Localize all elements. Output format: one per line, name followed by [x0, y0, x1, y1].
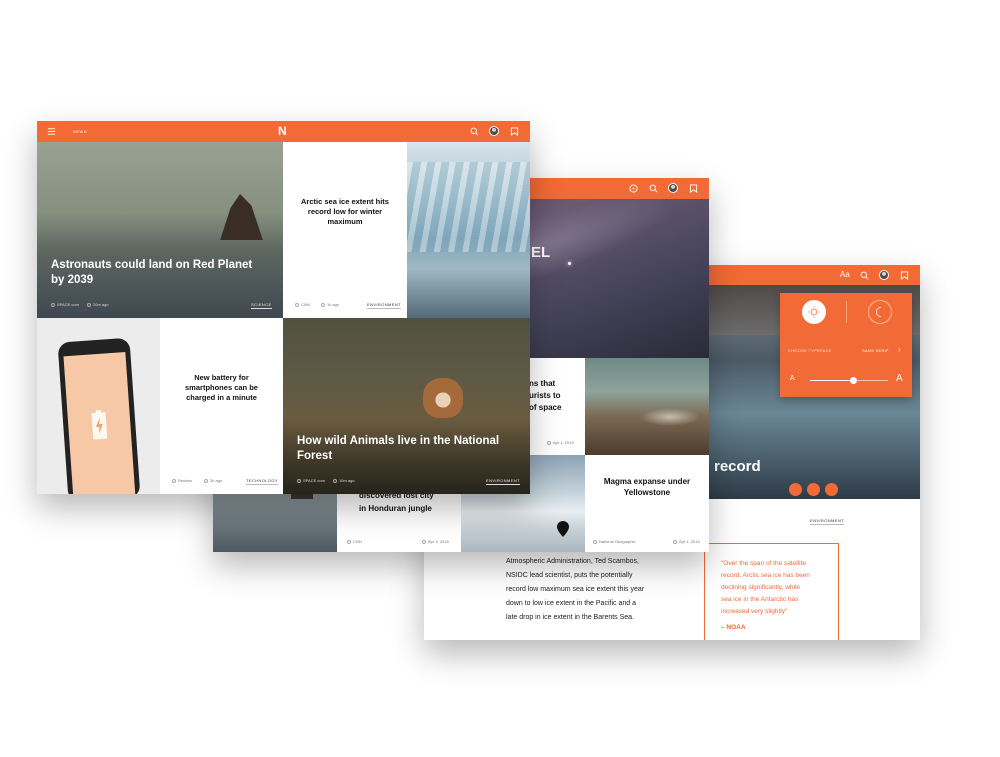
font-size-slider-fill: [810, 380, 853, 381]
animals-tag[interactable]: ENVIRONMENT: [486, 478, 520, 485]
light-mode-button[interactable]: [802, 300, 826, 324]
animals-tile[interactable]: How wild Animals live in the National Fo…: [283, 318, 530, 494]
typeface-value[interactable]: SANS SERIF: [862, 348, 889, 353]
astronauts-title: Astronauts could land on Red Planet by 2…: [51, 259, 253, 286]
arctic-title: Arctic sea ice extent hits record low fo…: [301, 197, 389, 227]
arctic-time: 1h ago: [321, 302, 339, 307]
space-tourists-title: ns that urists to of space: [529, 379, 562, 412]
quote-line: increased very slightly": [721, 608, 788, 615]
search-icon[interactable]: [649, 184, 658, 193]
astronauts-source: SPACE.com: [51, 302, 79, 307]
dark-mode-button[interactable]: [868, 300, 892, 324]
font-size-slider-handle[interactable]: [849, 377, 857, 384]
bookmark-icon[interactable]: [510, 127, 519, 136]
star: [568, 262, 571, 265]
compass-icon[interactable]: [629, 184, 638, 193]
magma-title: Magma expanse under Yellowstone: [603, 477, 691, 497]
battery-time: 3h ago: [204, 478, 222, 483]
bookmark-icon[interactable]: [900, 271, 909, 280]
battery-tile[interactable]: New battery for smartphones can be charg…: [160, 318, 283, 494]
font-size-small-label: A: [790, 375, 795, 382]
top-bar: NEWS N: [37, 121, 530, 142]
arctic-tag[interactable]: ENVIRONMENT: [367, 302, 401, 309]
magma-date: Apr 1, 2015: [673, 539, 700, 544]
smartphone-illustration: [57, 337, 141, 494]
animals-title: How wild Animals live in the National Fo…: [297, 435, 500, 462]
desert-photo-tile[interactable]: [585, 358, 709, 455]
astronauts-time: 20m ago: [87, 302, 109, 307]
arctic-source: CNN: [295, 302, 310, 307]
animals-time: 10m ago: [333, 478, 355, 483]
share-link-button[interactable]: [825, 483, 838, 496]
space-hero-title: EL: [531, 244, 551, 261]
search-icon[interactable]: [470, 127, 479, 136]
battery-charging-icon: [91, 409, 108, 440]
app-logo[interactable]: N: [278, 124, 287, 138]
body-line: Atmospheric Administration, Ted Scambos,: [506, 558, 639, 565]
moon-icon: [876, 307, 881, 317]
divider: [846, 301, 847, 323]
quote-line: declining significantly, while: [721, 584, 801, 591]
fox-illustration: [423, 378, 463, 418]
space-tourists-date: Apr 1, 2015: [547, 440, 574, 445]
lost-city-source: CNN: [347, 539, 362, 544]
article-body: Atmospheric Administration, Ted Scambos,…: [506, 555, 644, 625]
body-line: record low maximum sea ice extent this y…: [506, 586, 645, 593]
stage: Aa record CHOOSE TYPEFACE SANS SERIF › A…: [0, 0, 1000, 757]
map-pin-icon: [557, 521, 569, 537]
sea-rock: [220, 194, 263, 240]
font-size-slider[interactable]: [810, 377, 888, 384]
magma-tile[interactable]: Magma expanse under Yellowstone National…: [585, 455, 709, 552]
glacier-photo-tile[interactable]: [407, 142, 530, 318]
astronauts-tag[interactable]: SCIENCE: [251, 302, 272, 309]
animals-source: SPACE.com: [297, 478, 325, 483]
battery-tag[interactable]: TECHNOLOGY: [246, 478, 279, 485]
article-hero-title: record: [714, 458, 761, 475]
share-facebook-button[interactable]: [789, 483, 802, 496]
quote-line: "Over the span of the satellite: [721, 560, 807, 567]
avatar[interactable]: [489, 126, 499, 136]
battery-source: Reuters: [172, 478, 192, 483]
chevron-right-icon[interactable]: ›: [898, 345, 901, 354]
font-size-large-label: A: [896, 373, 903, 384]
font-size-icon[interactable]: Aa: [840, 270, 850, 279]
astronauts-tile[interactable]: Astronauts could land on Red Planet by 2…: [37, 142, 283, 318]
body-line: late drop in ice extent in the Barents S…: [506, 614, 635, 621]
quote-line: record, Arctic sea ice has been: [721, 572, 810, 579]
battery-photo-tile[interactable]: [37, 318, 160, 494]
pull-quote: "Over the span of the satellite record, …: [704, 543, 839, 640]
avatar[interactable]: [668, 183, 678, 193]
lost-city-date: Apr 3, 2015: [422, 539, 449, 544]
typeface-label: CHOOSE TYPEFACE: [788, 348, 832, 353]
body-line: NSIDC lead scientist, puts the potential…: [506, 572, 633, 579]
quote-author: – NOAA: [721, 624, 746, 631]
battery-title: New battery for smartphones can be charg…: [185, 373, 258, 403]
menu-icon[interactable]: [47, 127, 56, 136]
bookmark-icon[interactable]: [689, 184, 698, 193]
search-icon[interactable]: [860, 271, 869, 280]
article-category-tag[interactable]: ENVIRONMENT: [810, 518, 844, 525]
magma-source: National Geographic: [593, 539, 635, 544]
nav-label[interactable]: NEWS: [73, 129, 87, 134]
share-twitter-button[interactable]: [807, 483, 820, 496]
arctic-tile[interactable]: Arctic sea ice extent hits record low fo…: [283, 142, 407, 318]
news-home-screen: NEWS N Astronauts could land on Red Plan…: [37, 121, 530, 494]
body-line: down to low ice extent in the Pacific an…: [506, 600, 636, 607]
avatar[interactable]: [879, 270, 889, 280]
quote-line: sea ice in the Antarctic has: [721, 596, 799, 603]
reading-settings-panel: CHOOSE TYPEFACE SANS SERIF › A A: [780, 293, 912, 397]
sun-icon: [808, 306, 820, 318]
